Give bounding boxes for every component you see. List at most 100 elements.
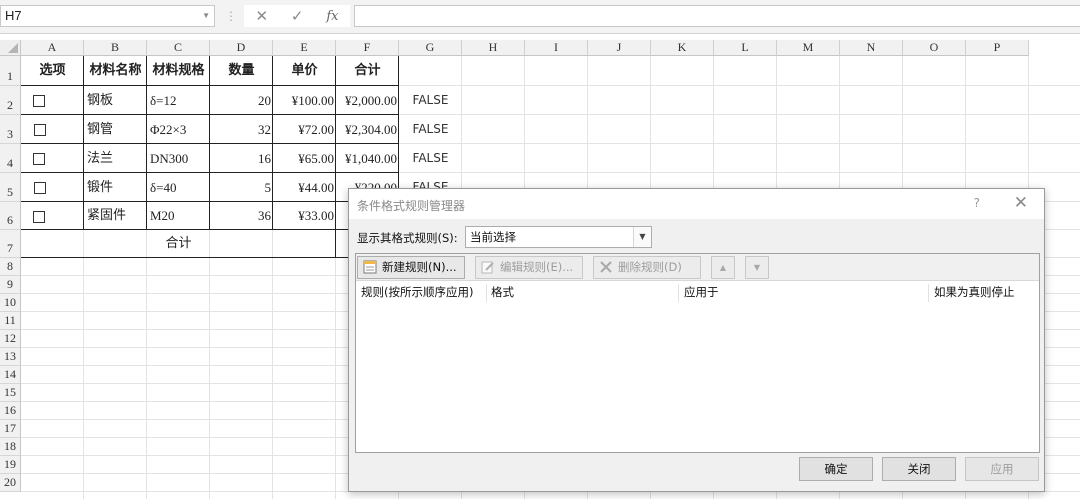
column-header[interactable]: O [903, 40, 966, 56]
header-cell[interactable]: 选项 [21, 56, 84, 86]
column-header[interactable]: D [210, 40, 273, 56]
quantity-cell[interactable]: 16 [210, 144, 273, 173]
row-header[interactable]: 10 [0, 294, 21, 312]
column-header[interactable]: E [273, 40, 336, 56]
row-header[interactable]: 15 [0, 384, 21, 402]
checkbox-value-cell[interactable]: FALSE [399, 86, 462, 115]
edit-rule-button[interactable]: 编辑规则(E)... [475, 256, 583, 279]
ok-button[interactable]: 确定 [799, 457, 873, 481]
material-name-cell[interactable]: 紧固件 [84, 202, 147, 230]
row-header[interactable]: 18 [0, 438, 21, 456]
total-cell[interactable]: ¥2,304.00 [336, 115, 399, 144]
row-header[interactable]: 14 [0, 366, 21, 384]
apply-button[interactable]: 应用 [965, 457, 1039, 481]
header-cell[interactable]: 材料名称 [84, 56, 147, 86]
option-checkbox[interactable] [33, 153, 45, 165]
dialog-title-bar[interactable]: 条件格式规则管理器 ? ✕ [349, 189, 1044, 219]
enter-icon[interactable]: ✓ [291, 7, 304, 25]
column-header[interactable]: L [714, 40, 777, 56]
unit-price-cell[interactable]: ¥44.00 [273, 173, 336, 202]
column-header[interactable]: J [588, 40, 651, 56]
quantity-cell[interactable]: 5 [210, 173, 273, 202]
row-header[interactable]: 19 [0, 456, 21, 474]
total-cell[interactable]: ¥1,040.00 [336, 144, 399, 173]
row-header[interactable]: 2 [0, 86, 21, 115]
summary-label-cell[interactable]: 合计 [21, 230, 336, 258]
unit-price-cell[interactable]: ¥72.00 [273, 115, 336, 144]
insert-function-icon[interactable]: fx [326, 9, 338, 24]
column-header[interactable]: G [399, 40, 462, 56]
option-checkbox[interactable] [34, 124, 46, 136]
material-name-cell[interactable]: 锻件 [84, 173, 147, 202]
column-header[interactable]: F [336, 40, 399, 56]
close-button[interactable]: 关闭 [882, 457, 956, 481]
row-header[interactable]: 12 [0, 330, 21, 348]
row-header[interactable]: 8 [0, 258, 21, 276]
option-checkbox[interactable] [33, 211, 45, 223]
row-header[interactable]: 5 [0, 173, 21, 202]
column-header[interactable]: B [84, 40, 147, 56]
chevron-down-icon[interactable]: ▼ [633, 227, 651, 247]
table-border [335, 230, 336, 258]
column-divider [678, 284, 679, 302]
unit-price-cell[interactable]: ¥33.00 [273, 202, 336, 230]
table-border [83, 56, 84, 230]
material-spec-cell[interactable]: δ=40 [147, 173, 210, 202]
help-icon[interactable]: ? [974, 196, 980, 210]
total-cell[interactable]: ¥2,000.00 [336, 86, 399, 115]
row-header[interactable]: 7 [0, 230, 21, 258]
unit-price-cell[interactable]: ¥100.00 [273, 86, 336, 115]
column-header[interactable]: I [525, 40, 588, 56]
row-header[interactable]: 1 [0, 56, 21, 86]
header-cell[interactable]: 数量 [210, 56, 273, 86]
unit-price-cell[interactable]: ¥65.00 [273, 144, 336, 173]
row-header[interactable]: 3 [0, 115, 21, 144]
column-header[interactable]: M [777, 40, 840, 56]
material-spec-cell[interactable]: DN300 [147, 144, 210, 173]
column-header[interactable]: H [462, 40, 525, 56]
checkbox-value-cell[interactable]: FALSE [399, 115, 462, 144]
name-box[interactable]: H7 ▼ [0, 5, 215, 27]
header-cell[interactable]: 合计 [336, 56, 399, 86]
row-header[interactable]: 11 [0, 312, 21, 330]
table-border [209, 56, 210, 230]
select-all-corner[interactable] [0, 40, 21, 56]
column-header[interactable]: P [966, 40, 1029, 56]
row-header[interactable]: 13 [0, 348, 21, 366]
material-name-cell[interactable]: 钢板 [84, 86, 147, 115]
row-header[interactable]: 20 [0, 474, 21, 492]
close-icon[interactable]: ✕ [1014, 193, 1028, 213]
row-header[interactable]: 16 [0, 402, 21, 420]
column-header[interactable]: N [840, 40, 903, 56]
column-header[interactable]: K [651, 40, 714, 56]
row-header[interactable]: 9 [0, 276, 21, 294]
move-up-button[interactable]: ▲ [711, 256, 735, 279]
checkbox-value-cell[interactable]: FALSE [399, 144, 462, 173]
quantity-cell[interactable]: 32 [210, 115, 273, 144]
option-checkbox[interactable] [33, 95, 45, 107]
material-spec-cell[interactable]: M20 [147, 202, 210, 230]
cancel-icon[interactable]: ✕ [255, 7, 268, 25]
row-header[interactable]: 6 [0, 202, 21, 230]
row-header[interactable]: 17 [0, 420, 21, 438]
header-cell[interactable]: 材料规格 [147, 56, 210, 86]
material-name-cell[interactable]: 法兰 [84, 144, 147, 173]
quantity-cell[interactable]: 36 [210, 202, 273, 230]
show-rules-select[interactable]: 当前选择 ▼ [465, 226, 652, 248]
option-checkbox[interactable] [34, 182, 46, 194]
new-rule-button[interactable]: 新建规则(N)... [357, 256, 465, 279]
formula-input[interactable] [354, 5, 1080, 27]
delete-rule-button[interactable]: 删除规则(D) [593, 256, 701, 279]
material-spec-cell[interactable]: Φ22×3 [147, 115, 210, 144]
material-spec-cell[interactable]: δ=12 [147, 86, 210, 115]
header-cell[interactable]: 单价 [273, 56, 336, 86]
table-border [21, 114, 399, 115]
name-box-dropdown-icon[interactable]: ▼ [202, 6, 210, 26]
column-header[interactable]: C [147, 40, 210, 56]
move-down-icon: ▼ [753, 263, 761, 272]
move-down-button[interactable]: ▼ [745, 256, 769, 279]
material-name-cell[interactable]: 钢管 [84, 115, 147, 144]
row-header[interactable]: 4 [0, 144, 21, 173]
quantity-cell[interactable]: 20 [210, 86, 273, 115]
column-header[interactable]: A [21, 40, 84, 56]
